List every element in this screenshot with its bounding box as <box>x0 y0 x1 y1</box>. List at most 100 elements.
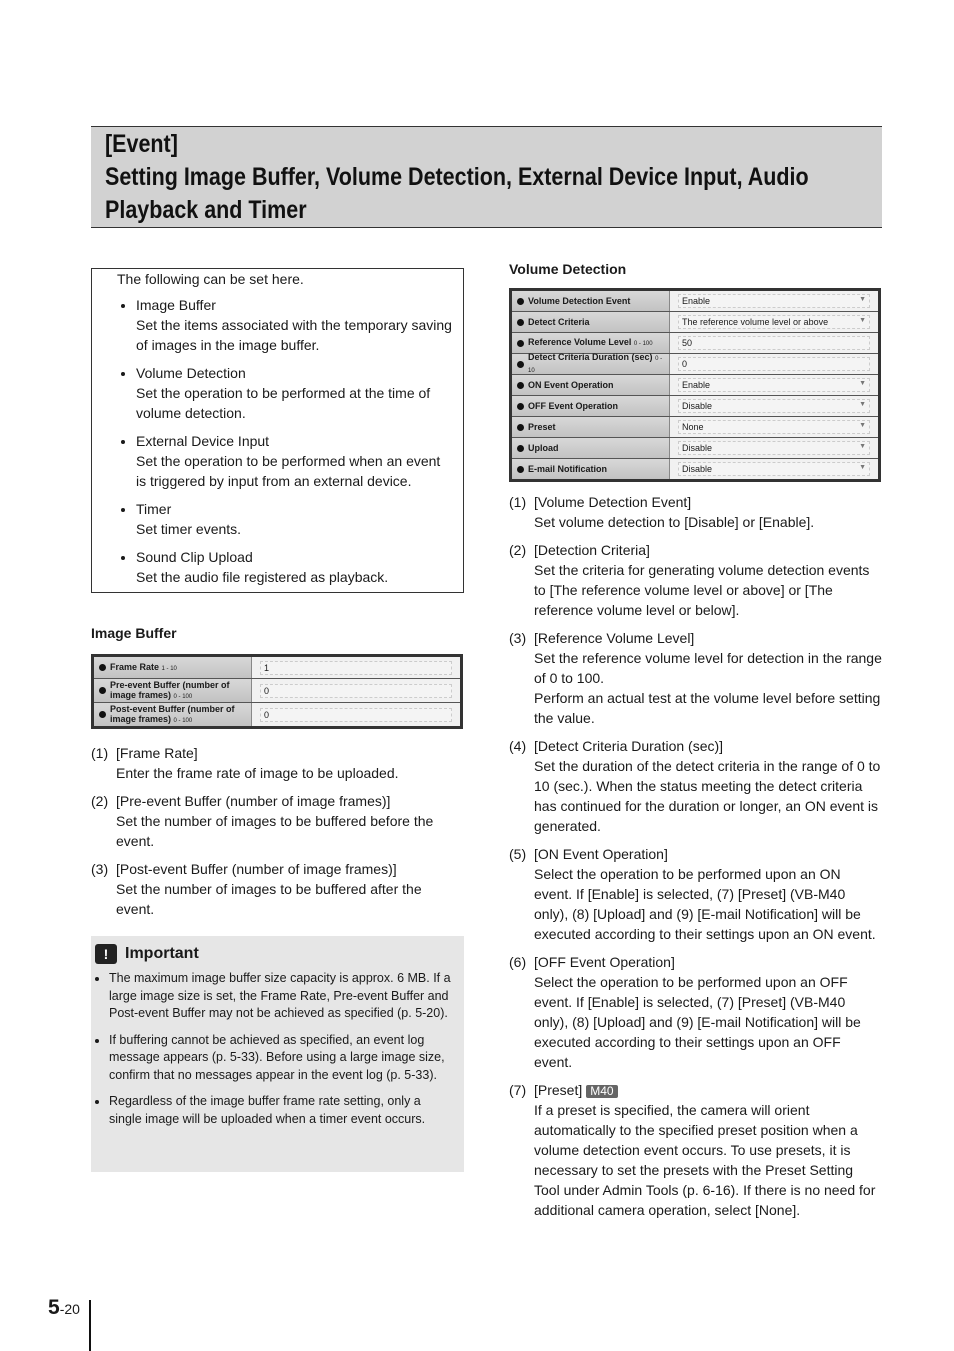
item-title-text: [Post-event Buffer (number of image fram… <box>116 861 397 877</box>
label-name: Pre-event Buffer (number of image frames… <box>110 679 230 700</box>
setting-value: 0 <box>670 354 878 374</box>
item-number: (1) <box>91 745 109 761</box>
item-title: [Pre-event Buffer (number of image frame… <box>116 791 390 811</box>
setting-label: Preset <box>512 417 670 437</box>
setting-dropdown[interactable]: Disable ▼ <box>678 462 870 476</box>
setting-value: 0 <box>252 679 460 702</box>
label-text: Preset <box>528 422 556 432</box>
info-icon[interactable] <box>99 711 106 718</box>
item-body: Set the criteria for generating volume d… <box>534 562 870 618</box>
info-icon[interactable] <box>517 423 524 431</box>
info-icon[interactable] <box>517 318 524 326</box>
description-item: (5) [ON Event Operation] Select the operat… <box>509 844 882 944</box>
item-body: Set volume detection to [Disable] or [En… <box>534 514 815 530</box>
intro-item: External Device Input Set the operation t… <box>136 431 453 491</box>
item-title-text: [Preset] <box>534 1082 583 1098</box>
description-item: (4) [Detect Criteria Duration (sec)] Set t… <box>509 736 882 836</box>
value-text: None <box>682 422 704 432</box>
setting-input[interactable]: 50 <box>678 336 870 350</box>
label-name: ON Event Operation <box>528 380 614 390</box>
setting-value: 1 <box>252 657 460 678</box>
info-icon[interactable] <box>99 687 106 694</box>
info-icon[interactable] <box>517 465 524 473</box>
range-hint: 0 - 100 <box>173 693 193 700</box>
settings-row: Frame Rate 1 - 10 1 <box>94 657 460 679</box>
volume-detection-heading: Volume Detection <box>509 261 627 277</box>
description-item: (1) [Volume Detection Event] Set volume de… <box>509 492 882 532</box>
page: [Event] Setting Image Buffer, Volume Det… <box>0 0 954 1351</box>
value-text: The reference volume level or above <box>682 317 829 327</box>
item-title-text: [Volume Detection Event] <box>534 494 692 510</box>
setting-value: Enable ▼ <box>670 291 878 311</box>
image-buffer-table: Frame Rate 1 - 10 1 Pre-event Buffer (numb… <box>91 654 463 729</box>
page-number: 5-20 <box>48 1296 80 1320</box>
item-title-text: [ON Event Operation] <box>534 846 668 862</box>
image-buffer-descriptions: (1) [Frame Rate] Enter the frame rate of i… <box>91 743 463 927</box>
label-text: Post-event Buffer (number of image frame… <box>110 704 251 726</box>
value-text: 0 <box>264 709 270 720</box>
description-item: (7) [Preset] M40 If a preset is specified, … <box>509 1080 882 1220</box>
value-text: Disable <box>682 464 713 474</box>
description-heading: (7) [Preset] M40 <box>509 1080 882 1100</box>
item-title-text: [Detect Criteria Duration (sec)] <box>534 738 724 754</box>
info-icon[interactable] <box>517 339 524 347</box>
setting-value: Disable ▼ <box>670 438 878 458</box>
label-name: Detect Criteria Duration (sec) <box>528 352 653 362</box>
info-icon[interactable] <box>517 444 524 452</box>
setting-value: Enable ▼ <box>670 375 878 395</box>
info-icon[interactable] <box>517 402 524 410</box>
settings-row: Reference Volume Level 0 - 100 50 <box>512 333 878 354</box>
intro-item-title: External Device Input <box>136 433 270 449</box>
info-icon[interactable] <box>517 297 524 305</box>
item-title-text: [Frame Rate] <box>116 745 198 761</box>
info-icon[interactable] <box>99 664 106 671</box>
setting-value: 50 <box>670 333 878 353</box>
description-item: (6) [OFF Event Operation] Select the opera… <box>509 952 882 1072</box>
setting-dropdown[interactable]: Enable ▼ <box>678 294 870 308</box>
label-name: Detect Criteria <box>528 317 590 327</box>
setting-dropdown[interactable]: Disable ▼ <box>678 399 870 413</box>
setting-dropdown[interactable]: Enable ▼ <box>678 378 870 392</box>
label-text: Reference Volume Level 0 - 100 <box>528 337 653 349</box>
page-title: [Event] Setting Image Buffer, Volume Det… <box>91 126 882 228</box>
item-title: [OFF Event Operation] <box>534 952 675 972</box>
item-number: (3) <box>91 861 109 877</box>
info-icon[interactable] <box>517 360 524 368</box>
item-number: (6) <box>509 954 527 970</box>
value-text: 0 <box>264 685 270 696</box>
info-icon[interactable] <box>517 381 524 389</box>
chapter-number: 5 <box>48 1296 60 1319</box>
setting-input[interactable]: 0 <box>678 357 870 371</box>
value-text: Disable <box>682 401 713 411</box>
intro-item-title: Volume Detection <box>136 365 246 381</box>
label-text: Upload <box>528 443 559 453</box>
chevron-down-icon: ▼ <box>859 317 866 324</box>
chevron-down-icon: ▼ <box>859 380 866 387</box>
setting-label: Reference Volume Level 0 - 100 <box>512 333 670 353</box>
volume-detection-descriptions: (1) [Volume Detection Event] Set volume de… <box>509 492 882 1228</box>
item-title: [ON Event Operation] <box>534 844 668 864</box>
setting-label: ON Event Operation <box>512 375 670 395</box>
setting-input[interactable]: 0 <box>260 683 452 698</box>
item-number: (5) <box>509 846 527 862</box>
description-heading: (5) [ON Event Operation] <box>509 844 882 864</box>
setting-label: Detect Criteria <box>512 312 670 332</box>
value-text: 1 <box>264 662 270 673</box>
description-heading: (2) [Pre-event Buffer (number of image fr… <box>91 791 463 811</box>
intro-box: The following can be set here. Image Buf… <box>91 268 464 593</box>
settings-row: ON Event Operation Enable ▼ <box>512 375 878 396</box>
setting-input[interactable]: 1 <box>260 660 452 675</box>
setting-dropdown[interactable]: None ▼ <box>678 420 870 434</box>
intro-item: Volume Detection Set the operation to be … <box>136 363 453 423</box>
intro-item: Image Buffer Set the items associated wit… <box>136 295 453 355</box>
setting-dropdown[interactable]: The reference volume level or above ▼ <box>678 315 870 329</box>
item-number: (7) <box>509 1082 527 1098</box>
item-title: [Preset] M40 <box>534 1080 618 1100</box>
setting-dropdown[interactable]: Disable ▼ <box>678 441 870 455</box>
page-suffix: -20 <box>59 1301 80 1317</box>
setting-input[interactable]: 0 <box>260 707 452 722</box>
value-text: 0 <box>682 359 688 369</box>
settings-row: Upload Disable ▼ <box>512 438 878 459</box>
intro-item-title: Sound Clip Upload <box>136 549 253 565</box>
item-body: Set the number of images to be buffered … <box>116 813 434 849</box>
